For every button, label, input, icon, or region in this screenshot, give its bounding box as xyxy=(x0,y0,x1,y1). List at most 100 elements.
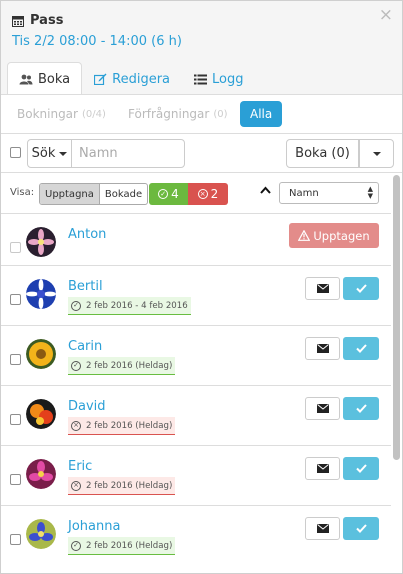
row-checkbox[interactable] xyxy=(10,354,21,365)
chevron-down-icon xyxy=(59,151,68,156)
select-arrows-icon: ▲ ▼ xyxy=(367,185,373,200)
tab-redigera[interactable]: Redigera xyxy=(82,62,182,95)
availability-date: 2 feb 2016 (Heldag) xyxy=(86,420,173,431)
search-toolbar: Sök Namn Boka (0) xyxy=(1,133,402,173)
envelope-icon xyxy=(316,344,329,353)
boka-button-label: Boka (0) xyxy=(295,146,350,161)
book-button[interactable] xyxy=(343,397,379,420)
busy-badge: Upptagen xyxy=(289,223,379,248)
envelope-icon xyxy=(316,404,329,413)
warning-icon xyxy=(298,230,311,241)
avatar xyxy=(26,399,56,429)
available-count: 4 xyxy=(171,187,179,201)
check-icon xyxy=(355,464,367,473)
book-button[interactable] xyxy=(343,457,379,480)
book-button[interactable] xyxy=(343,277,379,300)
row-checkbox[interactable] xyxy=(10,474,21,485)
avatar xyxy=(26,227,56,257)
availability-badge: ✓ 2 feb 2016 - 4 feb 2016 xyxy=(68,297,191,315)
subtab-bokningar[interactable]: Bokningar (0/4) xyxy=(7,101,116,127)
sort-select[interactable]: Namn ▲ ▼ xyxy=(279,182,379,204)
unavailable-count-button[interactable]: × 2 xyxy=(188,183,228,205)
person-list: Anton Upptagen Bertil ✓ 2 feb 2016 - 4 f… xyxy=(1,213,391,573)
book-button[interactable] xyxy=(343,337,379,360)
avatar xyxy=(26,459,56,489)
person-name[interactable]: Bertil xyxy=(68,279,103,294)
list-item: Carin ✓ 2 feb 2016 (Heldag) xyxy=(1,325,391,385)
filter-bokade-button[interactable]: Bokade xyxy=(100,184,147,204)
check-icon xyxy=(355,524,367,533)
visa-label: Visa: xyxy=(10,187,35,198)
row-checkbox[interactable] xyxy=(10,294,21,305)
check-icon xyxy=(355,404,367,413)
tab-redigera-label: Redigera xyxy=(112,71,171,87)
envelope-icon xyxy=(316,524,329,533)
check-icon xyxy=(355,284,367,293)
person-name[interactable]: Johanna xyxy=(68,519,120,534)
person-name[interactable]: David xyxy=(68,399,106,414)
boka-button[interactable]: Boka (0) xyxy=(286,139,359,168)
close-button[interactable]: × xyxy=(379,5,393,25)
sort-ascending-icon[interactable] xyxy=(260,186,271,194)
visibility-toggle: Upptagna Bokade xyxy=(39,183,149,205)
person-name[interactable]: Eric xyxy=(68,459,92,474)
tab-bar: Boka Redigera Logg xyxy=(7,62,256,96)
subtab-forfragningar[interactable]: Förfrågningar (0) xyxy=(118,101,238,127)
tab-logg[interactable]: Logg xyxy=(182,62,255,95)
name-search-input[interactable]: Namn xyxy=(71,139,185,168)
shift-time: Tis 2/2 08:00 - 14:00 (6 h) xyxy=(12,34,182,49)
book-button[interactable] xyxy=(343,517,379,540)
subtab-bokningar-count: (0/4) xyxy=(81,108,106,120)
message-button[interactable] xyxy=(305,397,340,420)
panel-title: Pass xyxy=(30,13,64,28)
subtab-alla[interactable]: Alla xyxy=(240,101,283,127)
list-scrollbar[interactable] xyxy=(391,173,402,573)
avatar xyxy=(26,519,56,549)
boka-menu-button[interactable] xyxy=(359,139,394,168)
person-name[interactable]: Anton xyxy=(68,227,106,242)
caret-down-icon xyxy=(372,151,381,156)
unavailable-count: 2 xyxy=(210,187,219,201)
message-button[interactable] xyxy=(305,457,340,480)
availability-date: 2 feb 2016 (Heldag) xyxy=(86,540,173,551)
row-checkbox[interactable] xyxy=(10,534,21,545)
edit-icon xyxy=(94,73,107,85)
subtab-forfragningar-label: Förfrågningar xyxy=(128,107,210,121)
busy-label: Upptagen xyxy=(313,228,370,243)
avatar xyxy=(26,339,56,369)
times-circle-icon: × xyxy=(71,480,81,491)
list-item: Anton Upptagen xyxy=(1,213,391,273)
availability-date: 2 feb 2016 - 4 feb 2016 xyxy=(86,300,188,311)
users-icon xyxy=(19,74,33,85)
subtab-forfragningar-count: (0) xyxy=(213,108,228,120)
list-item: David × 2 feb 2016 (Heldag) xyxy=(1,385,391,445)
check-circle-icon: ✓ xyxy=(71,540,81,551)
times-circle-icon: × xyxy=(71,420,81,431)
list-item: Eric × 2 feb 2016 (Heldag) xyxy=(1,445,391,505)
available-count-button[interactable]: ✓ 4 xyxy=(149,183,188,205)
message-button[interactable] xyxy=(305,517,340,540)
filter-row: Visa: Upptagna Bokade ✓ 4 × 2 Namn ▲ ▼ xyxy=(1,173,402,213)
message-button[interactable] xyxy=(305,337,340,360)
scrollbar-thumb[interactable] xyxy=(393,175,400,460)
tab-boka[interactable]: Boka xyxy=(7,62,83,96)
availability-date: 2 feb 2016 (Heldag) xyxy=(86,480,173,491)
envelope-icon xyxy=(316,284,329,293)
name-search-placeholder: Namn xyxy=(79,146,118,161)
availability-badge: × 2 feb 2016 (Heldag) xyxy=(68,477,176,495)
calendar-icon xyxy=(12,15,24,27)
list-item: Bertil ✓ 2 feb 2016 - 4 feb 2016 xyxy=(1,265,391,325)
check-icon xyxy=(355,344,367,353)
availability-badge: ✓ 2 feb 2016 (Heldag) xyxy=(68,357,176,375)
search-dropdown-button[interactable]: Sök xyxy=(27,139,72,168)
list-icon xyxy=(194,74,208,84)
subtab-bokningar-label: Bokningar xyxy=(17,107,78,121)
message-button[interactable] xyxy=(305,277,340,300)
row-checkbox[interactable] xyxy=(10,414,21,425)
row-checkbox[interactable] xyxy=(10,242,21,253)
filter-upptagna-button[interactable]: Upptagna xyxy=(40,184,100,204)
title-row: Pass xyxy=(12,13,63,28)
select-all-checkbox[interactable] xyxy=(10,147,21,158)
subtab-alla-label: Alla xyxy=(250,107,273,121)
person-name[interactable]: Carin xyxy=(68,339,102,354)
